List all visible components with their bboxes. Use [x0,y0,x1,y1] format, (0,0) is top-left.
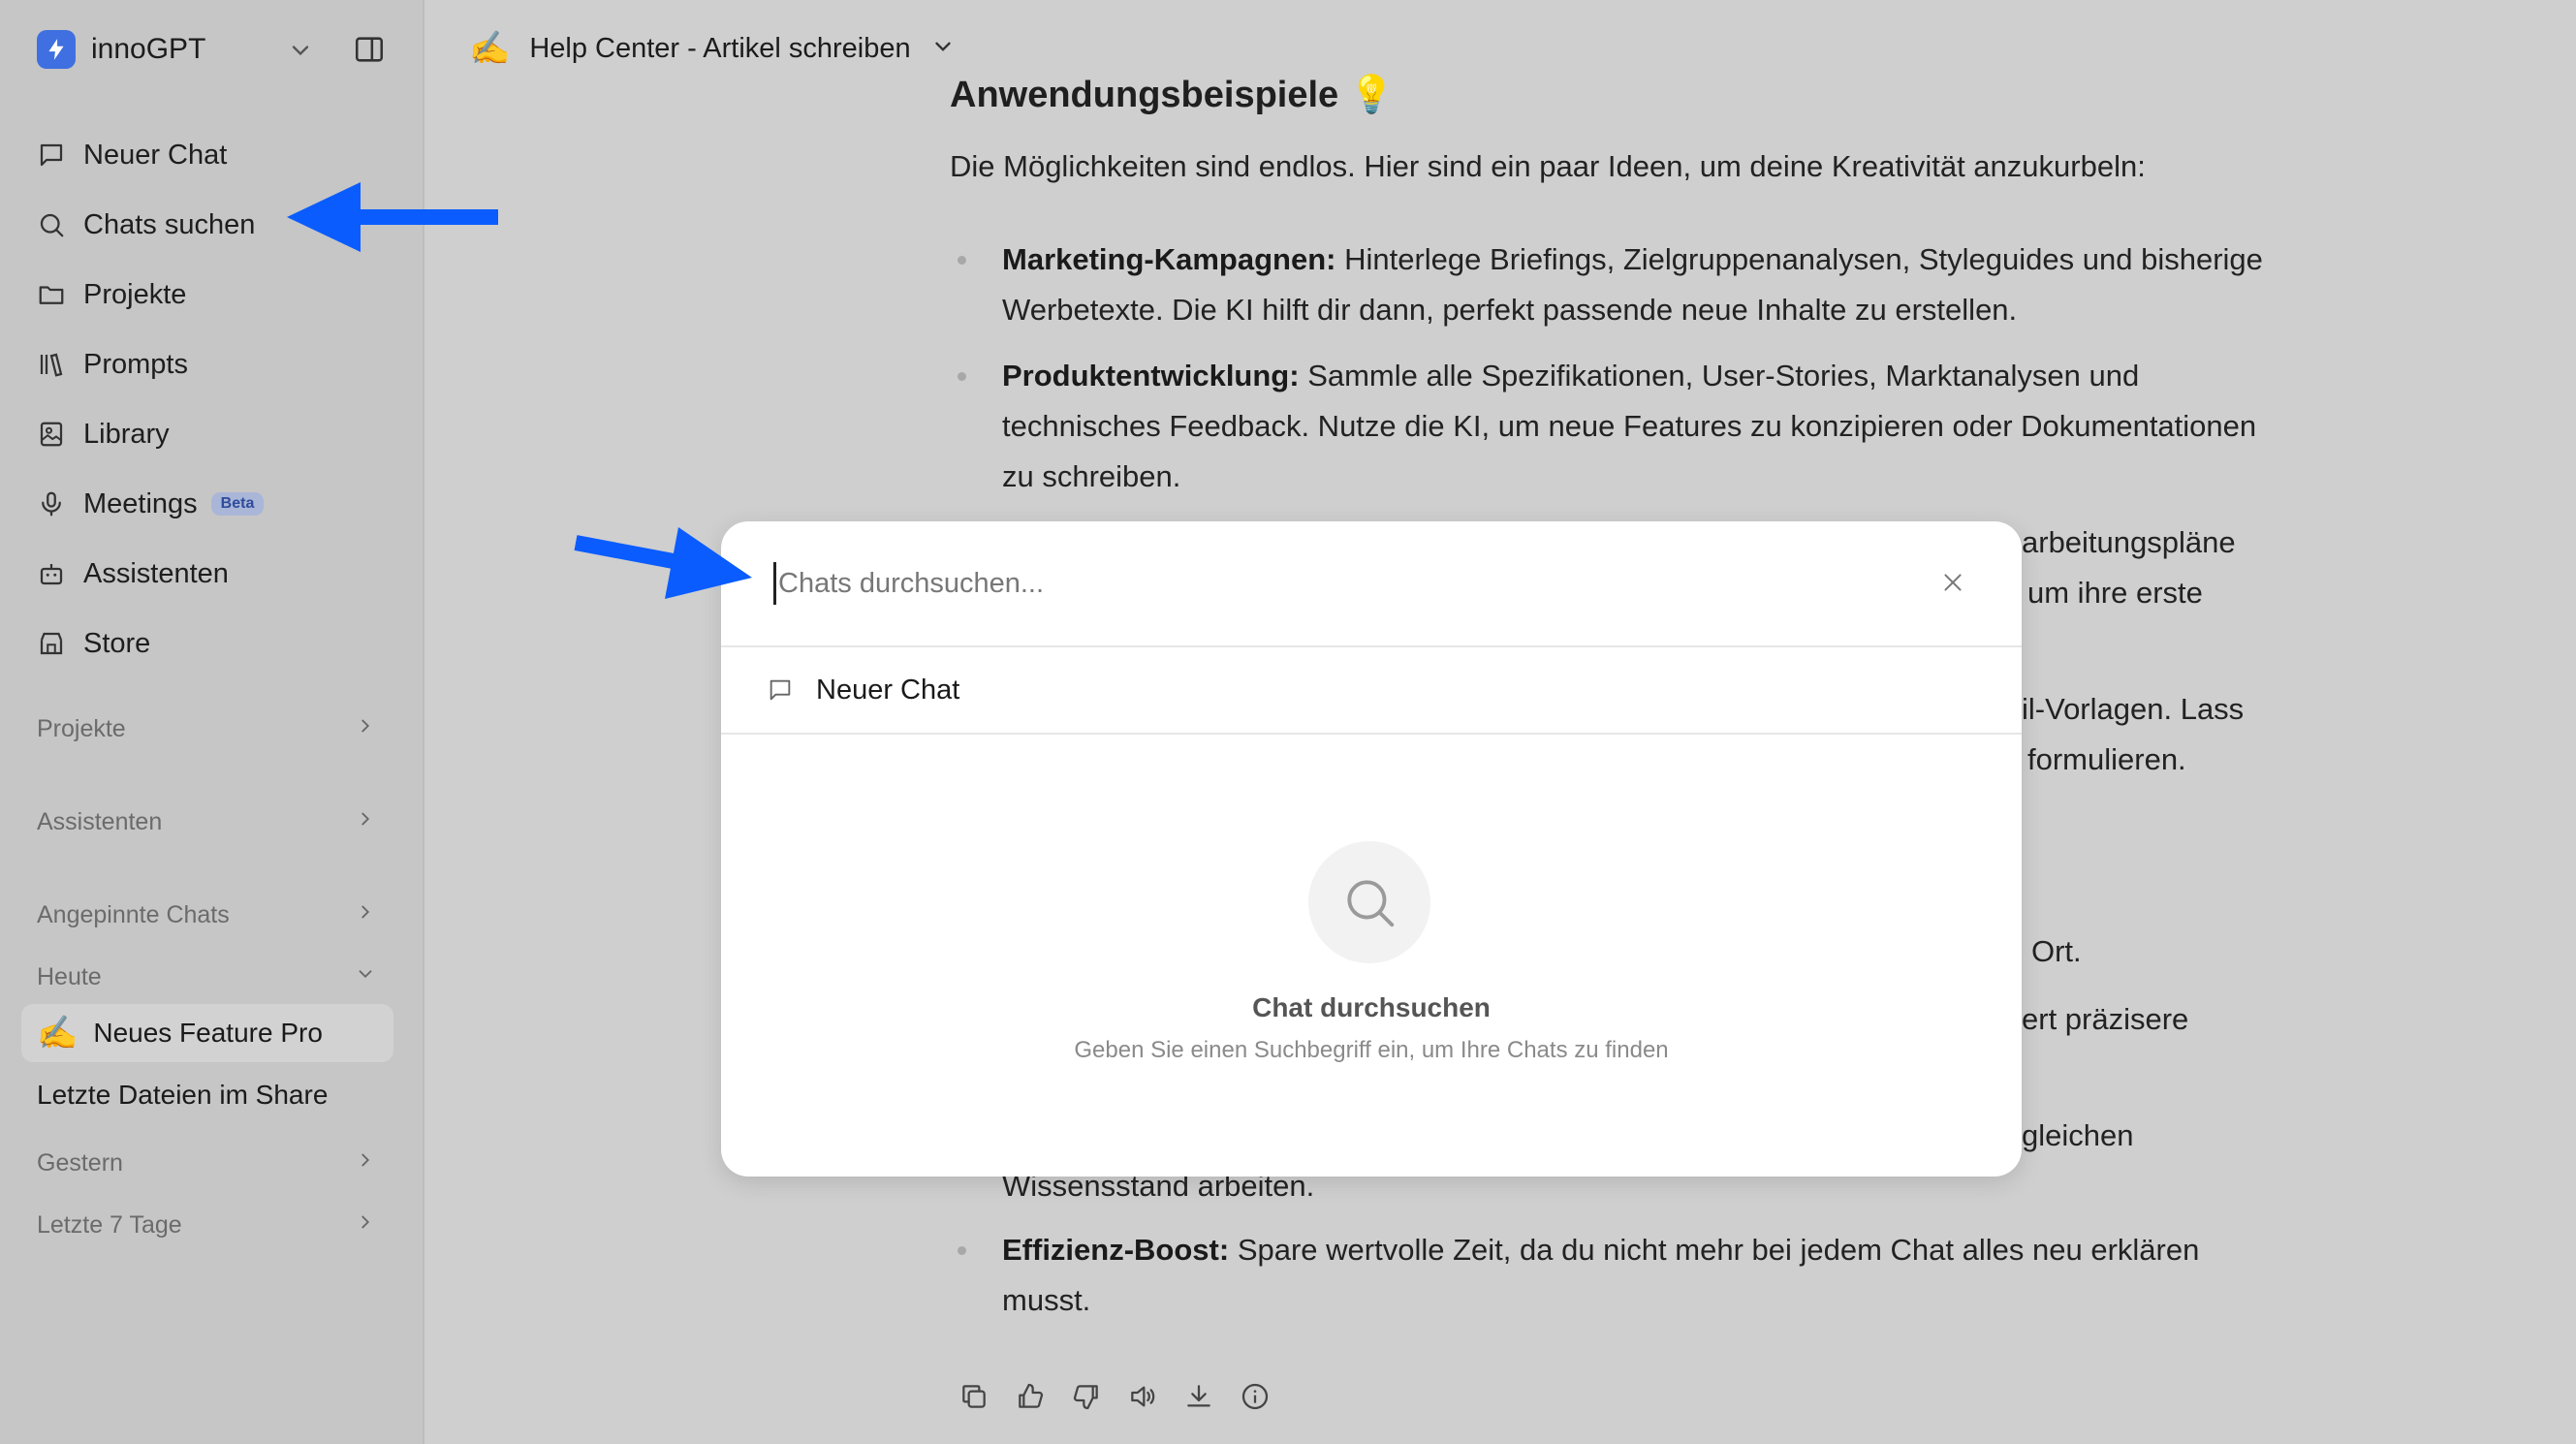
sidebar-item-label: Store [83,627,151,659]
chevron-right-icon [355,808,376,836]
sidebar-item-prompts[interactable]: Prompts [35,330,264,399]
list-item: Marketing-Kampagnen: Hinterlege Briefing… [950,235,2268,335]
app-name: innoGPT [91,33,206,65]
text-fragment: ert präzisere [2022,1002,2189,1036]
section-assistants-label: Assistenten [37,808,163,835]
chat-emoji: ✍️ [37,1015,79,1052]
brand[interactable]: innoGPT [37,29,205,70]
annotation-arrow-left-icon [287,182,498,252]
article-intro: Die Möglichkeiten sind endlos. Hier sind… [950,149,2146,183]
folder-icon [35,278,68,311]
search-chats-modal: Neuer Chat Chat durchsuchen Geben Sie ei… [721,521,2022,1177]
chevron-right-icon [355,1211,376,1240]
section-pinned-chats[interactable]: Angepinnte Chats [37,901,376,929]
annotation-arrow-right-icon [574,527,752,599]
chat-title: Letzte Dateien im Share [37,1080,329,1110]
header-emoji: ✍️ [469,30,511,67]
chat-bubble-icon [764,674,797,706]
section-today[interactable]: Heute [37,963,376,991]
microphone-icon [35,487,68,520]
sidebar-item-label: Assistenten [83,557,229,589]
section-today-label: Heute [37,963,102,990]
workspace-chevron-down-icon[interactable] [287,37,314,69]
section-last7-label: Letzte 7 Tage [37,1211,182,1239]
sidebar-item-assistants[interactable]: Assistenten [35,539,264,609]
text-fragment: il-Vorlagen. Lass [2022,692,2245,726]
search-result-item[interactable]: Neuer Chat [721,647,2022,735]
section-projects[interactable]: Projekte [37,715,376,743]
sidebar-item-label: Projekte [83,278,187,310]
bullet-bold: Effizienz-Boost: [1002,1233,1230,1267]
sidebar-item-store[interactable]: Store [35,609,264,678]
sidebar-toggle-icon[interactable] [353,33,386,71]
list-item: Effizienz-Boost: Spare wertvolle Zeit, d… [950,1225,2287,1326]
section-assistants[interactable]: Assistenten [37,808,376,836]
sidebar-item-label: Library [83,418,170,450]
sidebar-item-new-chat[interactable]: Neuer Chat [35,120,264,190]
close-icon[interactable] [1936,566,1969,599]
app-logo-icon [37,30,76,69]
sidebar-item-library[interactable]: Library [35,399,264,469]
chevron-right-icon [355,1149,376,1177]
empty-state-subtitle: Geben Sie einen Suchbegriff ein, um Ihre… [1074,1037,1669,1063]
text-fragment: formulieren. [2027,742,2186,776]
bullet-bold: Marketing-Kampagnen: [1002,242,1336,276]
copy-icon[interactable] [958,1380,990,1413]
chevron-down-icon [355,963,376,991]
speaker-icon[interactable] [1126,1380,1159,1413]
library-image-icon [35,418,68,451]
chevron-right-icon [355,901,376,929]
download-icon[interactable] [1182,1380,1215,1413]
article-bullets-tail: Effizienz-Boost: Spare wertvolle Zeit, d… [950,1225,2287,1341]
section-projects-label: Projekte [37,715,126,742]
search-result-label: Neuer Chat [816,674,960,706]
search-empty-icon [1308,841,1430,963]
sidebar-item-label: Meetings [83,487,198,519]
page-title: Help Center - Artikel schreiben [529,32,911,64]
text-fragment: gleichen [2022,1118,2134,1152]
search-icon [35,208,68,241]
sidebar-nav: Neuer Chat Chats suchen Projekte Prompts… [35,120,265,678]
section-pinned-label: Angepinnte Chats [37,901,230,928]
search-input[interactable] [773,562,1839,605]
robot-icon [35,557,68,590]
chevron-down-icon [930,34,956,64]
sidebar-item-label: Prompts [83,348,188,380]
section-last-7-days[interactable]: Letzte 7 Tage [37,1211,376,1240]
sidebar-item-meetings[interactable]: Meetings Beta [35,469,265,539]
thumbs-down-icon[interactable] [1070,1380,1103,1413]
sidebar-item-label: Neuer Chat [83,139,228,171]
chat-bubble-icon [35,139,68,172]
text-fragment: arbeitungspläne [2022,525,2236,559]
sidebar-item-label: Chats suchen [83,208,256,240]
chat-item[interactable]: Letzte Dateien im Share [21,1066,393,1124]
sidebar-item-projects[interactable]: Projekte [35,260,264,330]
message-actions [958,1380,1272,1413]
sidebar-item-search-chats[interactable]: Chats suchen [35,190,264,260]
list-item: Produktentwicklung: Sammle alle Spezifik… [950,351,2268,502]
section-yesterday-label: Gestern [37,1149,123,1177]
store-icon [35,627,68,660]
chat-title: Neues Feature Pro [93,1018,323,1048]
text-fragment: Ort. [2031,934,2082,968]
section-yesterday[interactable]: Gestern [37,1149,376,1177]
info-icon[interactable] [1239,1380,1272,1413]
text-fragment: um ihre erste [2027,576,2203,610]
chat-item-active[interactable]: ✍️ Neues Feature Pro [21,1004,393,1062]
books-icon [35,348,68,381]
empty-state-title: Chat durchsuchen [1252,992,1491,1022]
beta-badge: Beta [210,492,265,516]
thumbs-up-icon[interactable] [1014,1380,1047,1413]
article-heading: Anwendungsbeispiele 💡 [950,75,1396,115]
bullet-bold: Produktentwicklung: [1002,359,1300,392]
chat-title-dropdown[interactable]: ✍️ Help Center - Artikel schreiben [469,27,956,70]
search-bar [721,521,2022,647]
article-bullets: Marketing-Kampagnen: Hinterlege Briefing… [950,235,2268,518]
chevron-right-icon [355,715,376,743]
